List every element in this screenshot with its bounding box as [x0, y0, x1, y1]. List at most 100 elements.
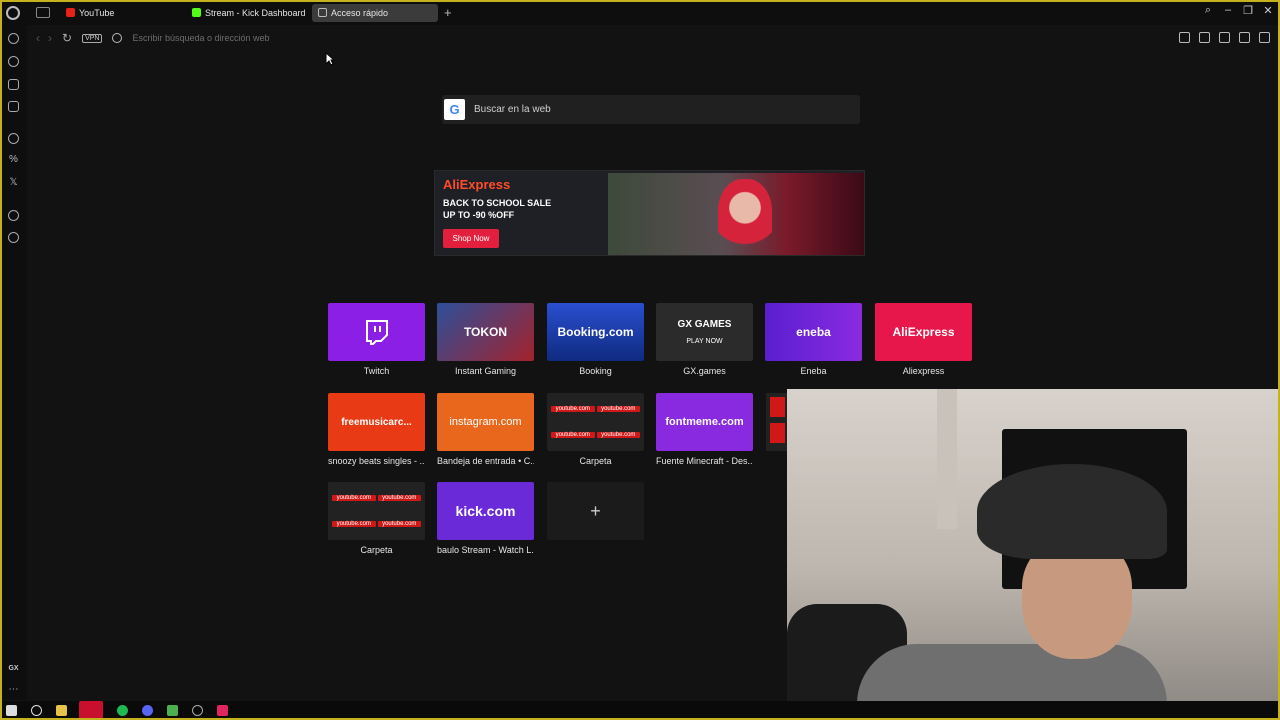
sidebar: % 𝕏 GX ⋯ — [0, 25, 27, 700]
tile-label: Twitch — [363, 366, 390, 376]
opera-gx-logo-icon[interactable] — [6, 5, 20, 20]
forward-icon[interactable]: › — [48, 31, 52, 45]
address-input[interactable] — [130, 32, 635, 44]
app-icon[interactable] — [192, 705, 203, 716]
fontmeme-thumb: fontmeme.com — [656, 393, 753, 451]
webcam-overlay — [787, 389, 1280, 720]
tiktok-icon[interactable] — [217, 705, 228, 716]
tab-menu-icon[interactable] — [36, 7, 50, 18]
history-icon[interactable] — [8, 210, 19, 221]
speed-dial-eneba[interactable]: eneba Eneba — [765, 303, 862, 376]
folder-thumb: youtube.com youtube.com youtube.com youtub… — [328, 482, 425, 540]
tile-label: Carpeta — [579, 456, 612, 466]
minecraft-icon[interactable] — [167, 705, 178, 716]
folder-thumb: youtube.com youtube.com youtube.com youtub… — [547, 393, 644, 451]
tile-label: GX.games — [683, 366, 726, 376]
vpn-badge[interactable]: VPN — [82, 33, 103, 43]
search-icon[interactable] — [31, 705, 42, 716]
back-icon[interactable]: ‹ — [36, 31, 40, 45]
kick-thumb: kick.com — [437, 482, 534, 540]
speed-dial-instagram[interactable]: instagram.com Bandeja de entrada • C... — [437, 393, 534, 466]
aliexpress-thumb: AliExpress — [875, 303, 972, 361]
restore-icon[interactable]: ❐ — [1242, 4, 1254, 17]
ad-image — [608, 173, 864, 255]
tab-acceso-rapido[interactable]: Acceso rápido — [312, 3, 438, 22]
windows-start-icon[interactable] — [6, 705, 17, 716]
settings-icon[interactable] — [8, 232, 19, 243]
gx-corner-icon[interactable] — [8, 79, 19, 90]
gx-games-thumb: GX GAMES PLAY NOW — [656, 303, 753, 361]
instagram-thumb: instagram.com — [437, 393, 534, 451]
snapshot-icon[interactable] — [1179, 32, 1190, 43]
tile-label: Carpeta — [360, 545, 393, 555]
speed-dial-partial-folder[interactable] — [766, 393, 787, 451]
speed-dial-kick[interactable]: kick.com baulo Stream - Watch L... — [437, 482, 534, 555]
new-tab-button[interactable]: + — [444, 5, 452, 20]
windows-taskbar — [0, 701, 1280, 720]
freemusic-thumb: freemusicarc... — [328, 393, 425, 451]
plus-icon: + — [547, 482, 644, 540]
speed-dial-booking[interactable]: Booking.com Booking — [547, 303, 644, 376]
aliexpress-logo: AliExpress — [443, 177, 511, 192]
tab-label: YouTube — [79, 7, 115, 18]
gx-cleaner-icon[interactable] — [8, 56, 19, 67]
x-icon[interactable]: 𝕏 — [8, 177, 19, 188]
spotify-icon[interactable] — [117, 705, 128, 716]
news-icon[interactable] — [8, 101, 19, 112]
search-placeholder: Buscar en la web — [474, 104, 551, 115]
web-search-box[interactable]: G Buscar en la web — [442, 95, 860, 124]
profile-icon[interactable] — [1219, 32, 1230, 43]
tab-label: Stream - Kick Dashboard — [205, 7, 306, 18]
tile-label: snoozy beats singles - ... — [328, 456, 425, 466]
youtube-icon — [66, 8, 75, 17]
mouse-cursor-icon — [325, 52, 335, 66]
ad-headline: BACK TO SCHOOL SALE — [443, 198, 552, 208]
twitch-icon — [365, 320, 388, 345]
twitch-thumb — [328, 303, 425, 361]
shop-now-button[interactable]: Shop Now — [443, 229, 499, 248]
tile-label: Bandeja de entrada • C... — [437, 456, 534, 466]
gx-control-icon[interactable] — [8, 33, 19, 44]
percent-icon[interactable]: % — [8, 154, 19, 165]
add-speed-dial-button[interactable]: + — [547, 482, 644, 540]
tab-bar: YouTube Stream - Kick Dashboard Acceso r… — [0, 0, 1280, 25]
speed-dial-icon — [318, 8, 327, 17]
speed-dial-twitch[interactable]: Twitch — [328, 303, 425, 376]
tab-youtube[interactable]: YouTube — [60, 4, 186, 22]
more-icon[interactable]: ⋯ — [8, 684, 19, 695]
speed-dial-fontmeme[interactable]: fontmeme.com Fuente Minecraft - Des... — [656, 393, 753, 466]
tile-label: Aliexpress — [902, 366, 945, 376]
speed-dial-aliexpress[interactable]: AliExpress Aliexpress — [875, 303, 972, 376]
tile-label: Booking — [579, 366, 612, 376]
speed-dial-folder[interactable]: youtube.com youtube.com youtube.com youtub… — [547, 393, 644, 466]
instant-gaming-thumb: TOKON — [437, 303, 534, 361]
opera-gx-taskbar-icon[interactable] — [79, 701, 103, 720]
extensions-icon[interactable] — [1199, 32, 1210, 43]
close-icon[interactable]: ✕ — [1262, 4, 1274, 17]
search-icon — [112, 33, 123, 43]
file-explorer-icon[interactable] — [56, 705, 67, 716]
google-icon: G — [444, 99, 465, 120]
search-tabs-icon[interactable]: ⌕ — [1202, 4, 1214, 17]
gx-label[interactable]: GX — [8, 663, 19, 674]
discord-icon[interactable] — [142, 705, 153, 716]
chatgpt-icon[interactable] — [8, 133, 19, 144]
eneba-thumb: eneba — [765, 303, 862, 361]
booking-thumb: Booking.com — [547, 303, 644, 361]
speed-dial-gx-games[interactable]: GX GAMES PLAY NOW GX.games — [656, 303, 753, 376]
tab-label: Acceso rápido — [331, 7, 389, 18]
tile-label: Instant Gaming — [454, 366, 517, 376]
speed-dial-folder[interactable]: youtube.com youtube.com youtube.com youtub… — [328, 482, 425, 555]
aliexpress-ad-banner[interactable]: AliExpress BACK TO SCHOOL SALE UP TO -90… — [434, 170, 865, 256]
speed-dial-instant-gaming[interactable]: TOKON Instant Gaming — [437, 303, 534, 376]
speed-dial-freemusicarchive[interactable]: freemusicarc... snoozy beats singles - .… — [328, 393, 425, 466]
tile-label: Eneba — [800, 366, 827, 376]
easy-setup-icon[interactable] — [1259, 32, 1270, 43]
tab-kick-dashboard[interactable]: Stream - Kick Dashboard — [186, 4, 312, 22]
tile-label: Fuente Minecraft - Des... — [656, 456, 753, 466]
reload-icon[interactable]: ↻ — [62, 31, 72, 45]
ad-discount: UP TO -90 %OFF — [443, 210, 515, 220]
download-icon[interactable] — [1239, 32, 1250, 43]
minimize-icon[interactable]: – — [1222, 4, 1234, 17]
kick-icon — [192, 8, 201, 17]
